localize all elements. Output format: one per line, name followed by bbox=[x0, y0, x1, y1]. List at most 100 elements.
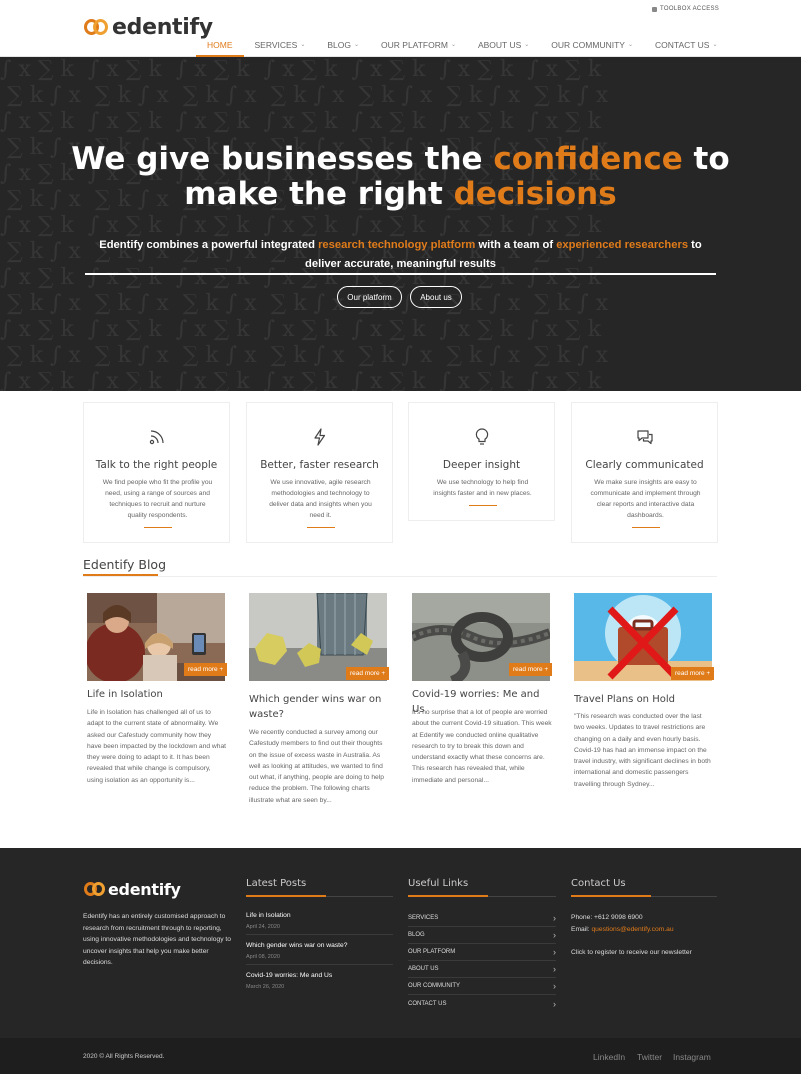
chevron-right-icon: › bbox=[553, 930, 556, 940]
feature-divider bbox=[632, 527, 660, 528]
hero-title-accent: decisions bbox=[453, 176, 617, 212]
chevron-right-icon: › bbox=[553, 947, 556, 957]
nav-label: ABOUT US bbox=[477, 40, 522, 50]
blog-divider bbox=[83, 576, 717, 577]
hero-divider bbox=[85, 273, 716, 275]
feature-card: Clearly communicated We make sure insigh… bbox=[571, 402, 718, 543]
latest-post-date: April 24, 2020 bbox=[246, 924, 280, 930]
logo-text: edentify bbox=[112, 14, 213, 40]
post-excerpt: Life in Isolation has challenged all of … bbox=[87, 709, 227, 784]
post-title[interactable]: Life in Isolation bbox=[87, 687, 227, 702]
contact-email-link[interactable]: questions@edentify.com.au bbox=[591, 926, 673, 933]
latest-post-link[interactable]: Life in Isolation bbox=[246, 912, 291, 919]
feature-card: Deeper insight We use technology to help… bbox=[408, 402, 555, 521]
footer-about-text: Edentify has an entirely customised appr… bbox=[83, 913, 231, 966]
nav-services[interactable]: SERVICES ⌄ bbox=[244, 40, 317, 57]
nav-contact-us[interactable]: CONTACT US ⌄ bbox=[644, 40, 729, 57]
footer-link-contact-us[interactable]: CONTACT US › bbox=[408, 995, 556, 1012]
useful-links-heading: Useful Links bbox=[408, 878, 469, 889]
footer-link-blog[interactable]: BLOG › bbox=[408, 927, 556, 944]
footer-link-label: BLOG bbox=[408, 932, 425, 938]
footer-logo[interactable]: edentify bbox=[84, 878, 181, 900]
footer-heading-underline bbox=[571, 895, 651, 897]
contact-email-row: Email: questions@edentify.com.au bbox=[571, 924, 674, 936]
footer-divider bbox=[246, 964, 393, 965]
nav-label: CONTACT US bbox=[655, 40, 710, 50]
footer-link-label: OUR PLATFORM bbox=[408, 949, 456, 955]
copyright-text: 2020 © All Rights Reserved. bbox=[83, 1053, 165, 1060]
chevron-right-icon: › bbox=[553, 913, 556, 923]
footer-link-label: OUR COMMUNITY bbox=[408, 983, 460, 989]
hero-title-text: make the right bbox=[184, 176, 454, 212]
logo-mark-icon bbox=[84, 881, 106, 898]
hero-title-text: We give businesses the bbox=[71, 141, 494, 177]
read-more-button[interactable]: read more + bbox=[184, 663, 228, 676]
nav-label: HOME bbox=[207, 40, 233, 50]
footer-link-services[interactable]: SERVICES › bbox=[408, 910, 556, 927]
hero-sub-text: with a team of bbox=[475, 239, 557, 251]
our-platform-button[interactable]: Our platform bbox=[337, 286, 402, 308]
footer-heading-underline bbox=[246, 895, 326, 897]
nav-about-us[interactable]: ABOUT US ⌄ bbox=[467, 40, 540, 57]
footer-divider bbox=[246, 934, 393, 935]
main-nav: HOME SERVICES ⌄ BLOG ⌄ OUR PLATFORM ⌄ ABOUT… bbox=[196, 40, 729, 57]
newsletter-link[interactable]: Click to register to receive our newslet… bbox=[571, 947, 692, 959]
about-us-button[interactable]: About us bbox=[410, 286, 462, 308]
footer-link-our-platform[interactable]: OUR PLATFORM › bbox=[408, 944, 556, 961]
hero-title: We give businesses the confidence to mak… bbox=[0, 142, 801, 212]
feature-text: We make sure insights are easy to commun… bbox=[590, 479, 701, 519]
contact-heading: Contact Us bbox=[571, 878, 626, 889]
chat-icon bbox=[572, 427, 717, 449]
linkedin-link[interactable]: LinkedIn bbox=[593, 1052, 625, 1062]
toolbox-access-label: TOOLBOX ACCESS bbox=[660, 6, 720, 12]
feature-title: Deeper insight bbox=[442, 459, 521, 471]
footer-link-our-community[interactable]: OUR COMMUNITY › bbox=[408, 978, 556, 995]
hero-sub-text: Edentify combines a powerful integrated bbox=[99, 239, 319, 251]
contact-email-label: Email: bbox=[571, 926, 592, 933]
chevron-down-icon: ⌄ bbox=[354, 42, 360, 48]
read-more-button[interactable]: read more + bbox=[346, 667, 390, 680]
nav-home[interactable]: HOME bbox=[196, 40, 244, 57]
footer-link-label: CONTACT US bbox=[408, 1000, 447, 1007]
feature-text: We use technology to help find insights … bbox=[433, 479, 532, 497]
latest-post-date: April 08, 2020 bbox=[246, 954, 280, 960]
blog-heading-underline bbox=[83, 574, 158, 576]
latest-posts-heading: Latest Posts bbox=[246, 878, 307, 889]
chevron-down-icon: ⌄ bbox=[300, 42, 306, 48]
chevron-down-icon: ⌄ bbox=[627, 42, 633, 48]
nav-our-platform[interactable]: OUR PLATFORM ⌄ bbox=[370, 40, 467, 57]
feature-text: We find people who fit the profile you n… bbox=[102, 479, 213, 519]
blog-heading: Edentify Blog bbox=[83, 557, 167, 572]
footer-link-label: SERVICES bbox=[408, 915, 439, 921]
feature-divider bbox=[469, 505, 497, 506]
post-title[interactable]: Which gender wins war on waste? bbox=[249, 692, 389, 722]
read-more-button[interactable]: read more + bbox=[509, 663, 553, 676]
post-excerpt: It's no surprise that a lot of people ar… bbox=[412, 709, 552, 784]
logo[interactable]: edentify bbox=[84, 14, 213, 40]
hero-title-accent: confidence bbox=[493, 141, 683, 177]
instagram-link[interactable]: Instagram bbox=[673, 1052, 711, 1062]
lightning-icon bbox=[247, 427, 392, 449]
latest-post-link[interactable]: Covid-19 worries: Me and Us bbox=[246, 972, 332, 979]
feature-title: Better, faster research bbox=[260, 459, 379, 471]
twitter-link[interactable]: Twitter bbox=[637, 1052, 662, 1062]
nav-our-community[interactable]: OUR COMMUNITY ⌄ bbox=[540, 40, 644, 57]
rss-icon bbox=[84, 427, 229, 449]
chevron-down-icon: ⌄ bbox=[712, 42, 718, 48]
read-more-button[interactable]: read more + bbox=[671, 667, 715, 680]
footer-link-about-us[interactable]: ABOUT US › bbox=[408, 961, 556, 978]
nav-label: OUR COMMUNITY bbox=[551, 40, 625, 50]
hero-sub-accent: experienced researchers bbox=[556, 239, 689, 251]
post-excerpt: We recently conducted a survey among our… bbox=[249, 729, 384, 804]
toolbox-access-link[interactable]: TOOLBOX ACCESS bbox=[652, 6, 719, 12]
hero-subtitle: Edentify combines a powerful integrated … bbox=[90, 236, 711, 274]
nav-blog[interactable]: BLOG ⌄ bbox=[316, 40, 370, 57]
nav-label: OUR PLATFORM bbox=[381, 40, 448, 50]
hero-sub-accent: research technology platform bbox=[318, 239, 476, 251]
feature-title: Clearly communicated bbox=[585, 459, 704, 471]
contact-phone: Phone: +612 9098 6900 bbox=[571, 914, 643, 921]
feature-divider bbox=[307, 527, 335, 528]
post-title[interactable]: Travel Plans on Hold bbox=[574, 692, 714, 707]
feature-text: We use innovative, agile research method… bbox=[269, 479, 372, 519]
latest-post-link[interactable]: Which gender wins war on waste? bbox=[246, 942, 347, 949]
